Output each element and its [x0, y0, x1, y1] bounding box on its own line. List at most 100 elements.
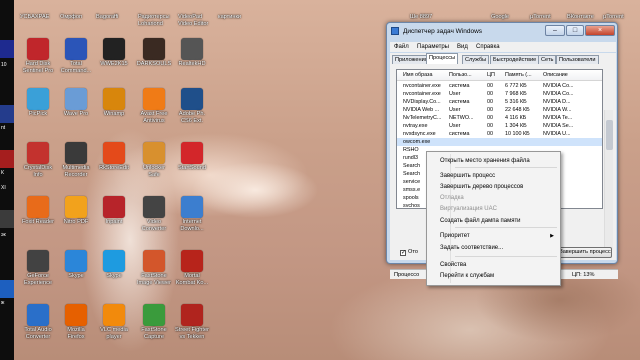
- process-row[interactable]: NVDisplay.Co... система 00 5 316 КБ NVIDIA D…: [397, 98, 602, 106]
- wwe-icon: [103, 38, 125, 60]
- inpaint-icon: [103, 196, 125, 218]
- process-cell-user: NETWO...: [449, 114, 474, 121]
- desktop-icon[interactable]: StartSound: [170, 142, 214, 184]
- desktop-icon[interactable]: Skype: [92, 250, 136, 292]
- desktop-icon[interactable]: RealtekHD: [170, 38, 214, 80]
- strip-icon-4[interactable]: [0, 210, 14, 228]
- top-icon-label[interactable]: µTorrent: [603, 14, 624, 21]
- context-menu-item[interactable]: Свойства: [440, 260, 558, 270]
- column-user[interactable]: Пользо...: [449, 72, 472, 78]
- process-cell-name: spools: [403, 194, 419, 201]
- context-menu-item-label: Отладка: [440, 195, 464, 201]
- process-row[interactable]: owcom.exe: [397, 138, 602, 146]
- process-cell-name: NVDisplay.Co...: [403, 98, 441, 105]
- audio-icon: [27, 304, 49, 326]
- strip-icon-5[interactable]: [0, 280, 14, 298]
- top-icon-label[interactable]: Bagoraffi: [96, 14, 118, 21]
- desktop-icon[interactable]: WWE2K15: [92, 38, 136, 80]
- disk-icon: [27, 38, 49, 60]
- desktop-icon[interactable]: VLC media player: [92, 304, 136, 346]
- strip-label-2: nt: [1, 125, 6, 131]
- tab-processes[interactable]: Процессы: [426, 53, 459, 64]
- tab-strip: Приложения Процессы Службы Быстродействи…: [390, 53, 616, 64]
- process-row[interactable]: nvcontainer.exe система 00 6 772 КБ NVIDIA C…: [397, 82, 602, 90]
- close-button[interactable]: ×: [585, 25, 615, 36]
- vlc-icon: [103, 304, 125, 326]
- submenu-arrow-icon: ▶: [550, 233, 554, 239]
- strip-icon-3[interactable]: [0, 150, 14, 168]
- context-menu-item[interactable]: Открыть место хранения файла: [440, 156, 558, 166]
- top-icon-label[interactable]: УСБАХРАЕ: [20, 14, 49, 21]
- menu-options[interactable]: Параметры: [417, 44, 449, 50]
- process-cell-mem: 22 648 КБ: [505, 106, 530, 113]
- maximize-button[interactable]: □: [566, 25, 584, 36]
- top-icon-label[interactable]: Радиотерсы Lohariond: [138, 14, 170, 27]
- top-icon-label[interactable]: картинки: [218, 14, 241, 21]
- strip-label-4: XI: [1, 185, 6, 191]
- winamp-icon: [103, 88, 125, 110]
- context-menu-item[interactable]: Задать соответствие...: [440, 243, 558, 253]
- menu-separator: [455, 227, 557, 228]
- context-menu-item-label: Задать соответствие...: [440, 245, 504, 251]
- process-cell-name: RSHO: [403, 146, 419, 153]
- menu-bar: Файл Параметры Вид Справка: [390, 42, 616, 52]
- desktop-icon[interactable]: Winamp: [92, 88, 136, 130]
- process-row[interactable]: nvtray.exe User 00 1 304 КБ NVIDIA Se...: [397, 122, 602, 130]
- process-row[interactable]: nvcontainer.exe User 00 7 968 КБ NVIDIA Co..…: [397, 90, 602, 98]
- column-cpu[interactable]: ЦП: [487, 72, 495, 78]
- tab-network[interactable]: Сеть: [538, 55, 557, 64]
- process-list-scrollbar[interactable]: [604, 110, 613, 250]
- tab-performance[interactable]: Быстродействие: [490, 55, 540, 64]
- show-all-processes-label: Ото: [408, 249, 418, 255]
- top-icon-label[interactable]: µTorrent: [530, 14, 551, 21]
- wave-icon: [65, 88, 87, 110]
- minimize-button[interactable]: –: [545, 25, 565, 36]
- floppy-icon: [65, 38, 87, 60]
- end-process-button[interactable]: Завершить процесс: [558, 247, 612, 258]
- column-description[interactable]: Описание: [543, 72, 568, 78]
- desktop-icon[interactable]: Internet Downlo...: [170, 196, 214, 238]
- context-menu-item-label: Завершить процесс: [440, 173, 496, 179]
- firefox-icon: [65, 304, 87, 326]
- process-cell-mem: 4 116 КБ: [505, 114, 527, 121]
- tab-services[interactable]: Службы: [462, 55, 490, 64]
- tab-users[interactable]: Пользователи: [556, 55, 599, 64]
- strip-label-1: 10: [1, 62, 7, 68]
- process-row[interactable]: NVIDIA Web ... User 00 22 648 КБ NVIDIA W...: [397, 106, 602, 114]
- strip-icon-2[interactable]: [0, 105, 14, 123]
- desktop-icon[interactable]: RkStoreEdit: [92, 142, 136, 184]
- fire-icon: [103, 142, 125, 164]
- context-menu-item[interactable]: Приоритет ▶: [440, 231, 558, 241]
- top-icon-label[interactable]: Омрфоп: [60, 14, 82, 21]
- context-menu-item[interactable]: Создать файл дампа памяти: [440, 216, 558, 226]
- scrollbar-thumb[interactable]: [606, 120, 613, 150]
- menu-file[interactable]: Файл: [394, 44, 409, 50]
- film-icon: [65, 142, 87, 164]
- process-row[interactable]: nvxdsync.exe система 00 10 100 КБ NVIDIA U..…: [397, 130, 602, 138]
- column-memory[interactable]: Память (...: [505, 72, 532, 78]
- top-icon-label[interactable]: ВКонтакте: [567, 14, 594, 21]
- process-cell-name: Search: [403, 162, 421, 169]
- desktop-icon[interactable]: Mortal Kombat Ko...: [170, 250, 214, 292]
- chess-icon: [143, 142, 165, 164]
- menu-view[interactable]: Вид: [457, 44, 468, 50]
- desktop-icon[interactable]: Adobe Ph. CS6 Ext.: [170, 88, 214, 130]
- tab-applications[interactable]: Приложения: [392, 55, 431, 64]
- top-icon-label[interactable]: VideoPad Video Editor: [178, 14, 208, 27]
- desktop-icon[interactable]: Inpaint: [92, 196, 136, 238]
- desktop-icon-label: VLC media player: [100, 327, 128, 340]
- context-menu-item[interactable]: Перейти к службам: [440, 271, 558, 281]
- process-cell-name: Search: [403, 170, 421, 177]
- top-icon-label[interactable]: Ше 8897: [410, 14, 432, 21]
- desktop-icon[interactable]: Street Fighter vs Tekken: [170, 304, 214, 346]
- context-menu-item[interactable]: Завершить дерево процессов: [440, 182, 558, 192]
- top-icon-label[interactable]: Google: [491, 14, 509, 21]
- context-menu-item[interactable]: Завершить процесс: [440, 171, 558, 181]
- strip-icon-1[interactable]: [0, 40, 14, 58]
- column-image-name[interactable]: Имя образа: [403, 72, 433, 78]
- show-all-processes-checkbox[interactable]: ✓: [400, 250, 406, 256]
- menu-help[interactable]: Справка: [476, 44, 500, 50]
- process-row[interactable]: NvTelemetryC... NETWO... 00 4 116 КБ NVIDIA …: [397, 114, 602, 122]
- process-cell-name: nvcontainer.exe: [403, 90, 441, 97]
- reel-icon: [143, 196, 165, 218]
